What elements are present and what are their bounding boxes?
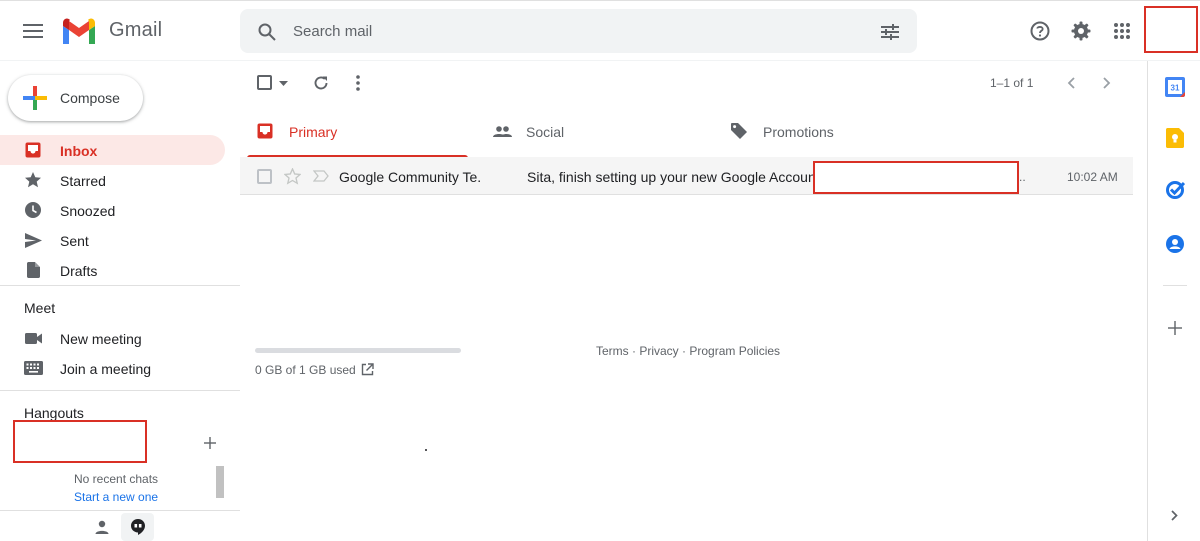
meet-section-title: Meet: [24, 300, 56, 316]
hangouts-section-title: Hangouts: [24, 405, 84, 421]
people-icon: [493, 126, 512, 137]
mail-time: 10:02 AM: [1067, 170, 1118, 184]
hangouts-scrollbar[interactable]: [216, 466, 224, 498]
contacts-tab-button[interactable]: [90, 516, 114, 538]
mail-snippet-redacted: [813, 161, 1019, 194]
search-options-button[interactable]: [878, 20, 902, 44]
apps-button[interactable]: [1110, 19, 1134, 43]
mail-snippet-tail: ..: [1019, 170, 1026, 184]
tab-promotions-label: Promotions: [763, 124, 834, 140]
privacy-link[interactable]: Privacy: [639, 344, 678, 358]
hangouts-icon: [130, 519, 145, 535]
gear-icon: [1071, 21, 1091, 41]
tune-icon: [881, 24, 899, 40]
plus-icon: [1168, 321, 1182, 335]
settings-button[interactable]: [1069, 19, 1093, 43]
support-button[interactable]: [1028, 19, 1052, 43]
sidebar-divider: [0, 285, 240, 286]
no-recent-chats-text: No recent chats: [74, 472, 159, 486]
more-options-button[interactable]: [347, 72, 369, 94]
video-camera-icon: [25, 333, 42, 344]
older-button[interactable]: [1097, 73, 1117, 93]
open-external-icon: [361, 362, 374, 375]
tasks-icon[interactable]: [1166, 180, 1185, 199]
contacts-icon[interactable]: [1166, 235, 1184, 253]
select-all-checkbox[interactable]: [257, 75, 272, 90]
start-new-chat-link[interactable]: Start a new one: [74, 490, 158, 504]
refresh-button[interactable]: [310, 72, 332, 94]
mail-subject: Sita, finish setting up your new Google …: [527, 169, 820, 185]
clock-icon: [25, 202, 41, 218]
app-name[interactable]: Gmail: [109, 19, 162, 42]
gmail-logo-icon[interactable]: [61, 18, 97, 44]
apps-grid-icon: [1114, 23, 1130, 39]
sidebar-item-label: Inbox: [60, 143, 98, 159]
tab-primary[interactable]: [247, 106, 468, 157]
manage-storage-button[interactable]: [359, 361, 375, 377]
hangouts-tab-button[interactable]: [121, 513, 154, 541]
sidebar-bottom-divider: [0, 510, 240, 511]
hangouts-user-redacted[interactable]: [13, 420, 147, 463]
program-policies-link[interactable]: Program Policies: [689, 344, 780, 358]
stray-dot: [425, 449, 427, 451]
caret-down-icon: [278, 80, 288, 86]
header-divider: [0, 60, 1200, 61]
tag-icon: [731, 123, 747, 139]
tab-social[interactable]: [480, 106, 701, 157]
keep-icon[interactable]: [1166, 128, 1184, 148]
star-icon: [24, 171, 42, 189]
sidebar-item-label: Starred: [60, 173, 106, 189]
person-icon: [95, 520, 109, 534]
hamburger-icon: [23, 24, 43, 38]
top-border: [0, 0, 1200, 1]
draft-icon: [27, 262, 40, 278]
sidebar-divider: [0, 390, 240, 391]
new-meeting-label: New meeting: [60, 331, 142, 347]
chevron-right-icon: [1103, 77, 1111, 89]
inbox-icon: [25, 142, 41, 158]
main-menu-button[interactable]: [18, 16, 48, 46]
more-vert-icon: [356, 75, 360, 91]
mail-sender: Google Community Te.: [339, 169, 482, 185]
select-options-dropdown[interactable]: [277, 78, 289, 88]
search-input[interactable]: Search mail: [293, 23, 372, 40]
importance-marker-icon[interactable]: [313, 170, 329, 182]
storage-bar: [255, 348, 461, 353]
search-button[interactable]: [255, 20, 279, 44]
plus-icon: [204, 437, 216, 449]
account-avatar-redacted[interactable]: [1144, 6, 1198, 53]
pagination-text[interactable]: 1–1 of 1: [990, 76, 1033, 90]
terms-link[interactable]: Terms: [596, 344, 629, 358]
compose-plus-icon: [23, 86, 47, 110]
newer-button[interactable]: [1061, 73, 1081, 93]
chevron-left-icon: [1067, 77, 1075, 89]
get-add-ons-button[interactable]: [1165, 318, 1185, 338]
send-icon: [25, 233, 42, 248]
new-conversation-button[interactable]: [200, 433, 220, 453]
side-panel-divider: [1163, 285, 1187, 286]
footer-separator: ·: [628, 344, 640, 358]
keyboard-icon: [24, 361, 43, 375]
storage-used-text: 0 GB of 1 GB used: [255, 363, 356, 377]
join-meeting-label: Join a meeting: [60, 361, 152, 377]
compose-label: Compose: [60, 90, 120, 106]
search-icon: [258, 23, 276, 41]
tab-social-label: Social: [526, 124, 565, 140]
sidebar-item-label: Sent: [60, 233, 89, 249]
sidebar-item-label: Drafts: [60, 263, 98, 279]
footer-links: Terms · Privacy · Program Policies: [596, 344, 780, 358]
calendar-icon[interactable]: 31: [1165, 77, 1185, 97]
tab-primary-label: Primary: [289, 124, 338, 140]
row-checkbox[interactable]: [257, 169, 272, 184]
help-icon: [1030, 21, 1050, 41]
svg-text:31: 31: [1171, 84, 1180, 93]
sidebar-item-label: Snoozed: [60, 203, 116, 219]
hide-side-panel-button[interactable]: [1164, 505, 1184, 525]
footer-separator: ·: [678, 344, 690, 358]
star-outline-icon[interactable]: [284, 168, 301, 185]
inbox-icon: [257, 123, 273, 139]
refresh-icon: [314, 76, 328, 90]
chevron-right-icon: [1170, 509, 1178, 521]
